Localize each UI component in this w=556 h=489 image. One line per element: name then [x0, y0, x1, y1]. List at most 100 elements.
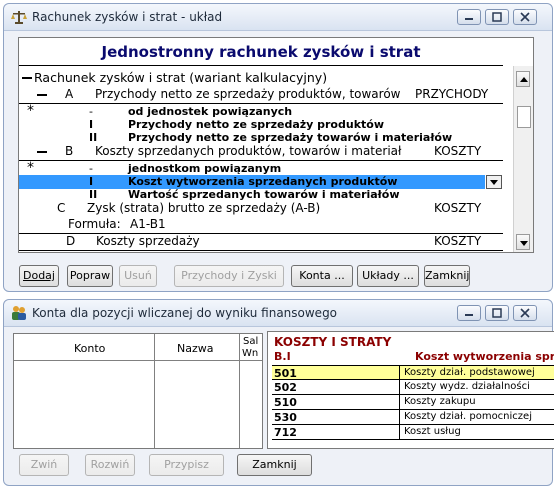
- layouts-button[interactable]: Układy ...: [357, 265, 419, 287]
- row-label: Przychody netto ze sprzedaży towarów i m…: [128, 131, 453, 144]
- costs-description: Koszt wytworzenia sprz: [415, 350, 554, 363]
- arrow-up-icon: [520, 77, 528, 82]
- row-label: Przychody netto ze sprzedaży produktów: [128, 118, 384, 131]
- costs-row[interactable]: 510 Koszty zakupu: [272, 395, 554, 410]
- collapse-button[interactable]: Zwiń: [19, 454, 69, 476]
- window-title: Konta dla pozycji wliczanej do wyniku fi…: [32, 306, 338, 320]
- scroll-down-button[interactable]: [516, 234, 530, 250]
- maximize-button[interactable]: [485, 9, 509, 25]
- tree-row-b-i-selected[interactable]: I Koszt wytworzenia sprzedanych produktó…: [19, 175, 503, 189]
- minimize-button[interactable]: [457, 305, 481, 321]
- minimize-button[interactable]: [457, 9, 481, 25]
- tree-row-a[interactable]: A Przychody netto ze sprzedaży produktów…: [19, 87, 503, 103]
- row-symbol: II: [89, 188, 98, 201]
- column-header-konto[interactable]: Konto: [74, 342, 105, 355]
- account-name: Koszt usług: [404, 426, 461, 437]
- edit-button[interactable]: Popraw: [67, 265, 113, 287]
- row-label: Rachunek zysków i strat (wariant kalkula…: [34, 70, 328, 85]
- row-symbol: B: [65, 144, 74, 158]
- tree-row-formula[interactable]: Formuła: A1-B1: [19, 217, 503, 233]
- row-label: od jednostek powiązanych: [128, 105, 293, 118]
- row-label: Zysk (strata) brutto ze sprzedaży (A-B): [87, 201, 321, 215]
- row-type: KOSZTY: [434, 144, 482, 158]
- tree-row-a-ii[interactable]: II Przychody netto ze sprzedaży towarów …: [19, 131, 503, 145]
- account-number: 502: [274, 381, 297, 394]
- costs-column-divider: [399, 365, 400, 440]
- delete-button[interactable]: Usuń: [119, 265, 157, 287]
- window-titlebar[interactable]: Rachunek zysków i strat - układ: [4, 4, 552, 31]
- row-label: jednostkom powiązanym: [128, 162, 282, 175]
- row-symbol: C: [57, 201, 66, 215]
- account-number: 501: [274, 367, 297, 380]
- close-button[interactable]: Zamknij: [424, 265, 470, 287]
- account-name: Koszty zakupu: [404, 396, 476, 407]
- column-divider: [154, 334, 155, 448]
- column-divider: [239, 334, 240, 448]
- scroll-thumb[interactable]: [517, 106, 531, 128]
- maximize-button[interactable]: [485, 305, 509, 321]
- costs-title: KOSZTY I STRATY: [274, 335, 392, 349]
- window-titlebar[interactable]: Konta dla pozycji wliczanej do wyniku fi…: [4, 300, 552, 327]
- window-rachunek: Rachunek zysków i strat - układ Jednostr…: [3, 3, 553, 292]
- people-icon: [12, 306, 26, 320]
- costs-row[interactable]: 530 Koszty dział. pomocniczej: [272, 410, 554, 425]
- formula-value: A1-B1: [130, 217, 166, 231]
- scroll-up-button[interactable]: [516, 71, 530, 87]
- table-header: Konto Nazwa Sal Wn: [14, 334, 262, 361]
- column-header-nazwa[interactable]: Nazwa: [177, 342, 213, 355]
- account-name: Koszty dział. podstawowej: [404, 367, 535, 378]
- row-label: Koszt wytworzenia sprzedanych produktów: [128, 175, 398, 188]
- tree-row-a-related[interactable]: * - od jednostek powiązanych: [19, 103, 503, 119]
- close-icon: [520, 12, 530, 22]
- report-header: Jednostronny rachunek zysków i strat: [19, 38, 503, 66]
- row-marker: *: [27, 103, 34, 119]
- assign-button[interactable]: Przypisz: [149, 454, 224, 476]
- row-symbol: I: [89, 175, 94, 188]
- costs-row[interactable]: 502 Koszty wydz. działalności: [272, 380, 554, 395]
- tree-row-root[interactable]: Rachunek zysków i strat (wariant kalkula…: [19, 70, 503, 86]
- account-name: Koszty wydz. działalności: [404, 381, 530, 392]
- scales-icon: [11, 11, 27, 24]
- collapse-minus-icon[interactable]: [37, 94, 47, 96]
- row-marker: *: [27, 160, 34, 176]
- costs-row-highlighted[interactable]: 501 Koszty dział. podstawowej: [272, 365, 554, 380]
- close-window-button[interactable]: [513, 9, 537, 25]
- account-number: 510: [274, 396, 297, 409]
- tree-row-b[interactable]: B Koszty sprzedanych produktów, towarów …: [19, 144, 503, 160]
- tree-row-c[interactable]: C Zysk (strata) brutto ze sprzedaży (A-B…: [19, 201, 503, 217]
- row-label: Wartość sprzedanych towarów i materiałów: [128, 188, 400, 201]
- tree-row-b-ii[interactable]: II Wartość sprzedanych towarów i materia…: [19, 188, 503, 202]
- accounts-table[interactable]: Konto Nazwa Sal Wn: [13, 333, 263, 449]
- row-dropdown-button[interactable]: [486, 175, 502, 189]
- maximize-icon: [492, 308, 502, 318]
- row-symbol: I: [89, 118, 94, 131]
- column-header-wn[interactable]: Wn: [242, 348, 258, 359]
- vertical-scrollbar[interactable]: [513, 66, 533, 252]
- accounts-button[interactable]: Konta ...: [291, 265, 353, 287]
- row-divider: [19, 160, 503, 161]
- row-label: Koszty sprzedanych produktów, towarów i …: [95, 144, 402, 158]
- tree-row-a-i[interactable]: I Przychody netto ze sprzedaży produktów: [19, 118, 503, 132]
- rzis-layout-grid[interactable]: Jednostronny rachunek zysków i strat Rac…: [18, 37, 534, 253]
- close-window-button[interactable]: [513, 305, 537, 321]
- row-symbol: II: [89, 131, 98, 144]
- column-header-sal[interactable]: Sal: [243, 336, 258, 347]
- costs-row[interactable]: 712 Koszt usług: [272, 425, 554, 440]
- minimize-icon: [465, 18, 473, 20]
- collapse-minus-icon[interactable]: [37, 151, 47, 153]
- tree-row-d[interactable]: D Koszty sprzedaży KOSZTY: [19, 234, 503, 250]
- row-label: Koszty sprzedaży: [96, 234, 200, 248]
- add-button[interactable]: Dodaj: [19, 265, 59, 287]
- revenues-button[interactable]: Przychody i Zyski: [174, 265, 284, 287]
- costs-panel[interactable]: KOSZTY I STRATY B.I Koszt wytworzenia sp…: [267, 331, 554, 449]
- row-symbol: D: [66, 234, 76, 248]
- collapse-minus-icon[interactable]: [22, 77, 32, 79]
- expand-button[interactable]: Rozwiń: [85, 454, 135, 476]
- tree-row-b-related[interactable]: * - jednostkom powiązanym: [19, 160, 503, 176]
- formula-label: Formuła:: [68, 217, 121, 231]
- row-symbol: A: [65, 87, 74, 101]
- close-button[interactable]: Zamknij: [237, 454, 312, 476]
- row-symbol: -: [89, 105, 93, 118]
- costs-code: B.I: [274, 350, 291, 363]
- row-type: PRZYCHODY: [415, 87, 489, 101]
